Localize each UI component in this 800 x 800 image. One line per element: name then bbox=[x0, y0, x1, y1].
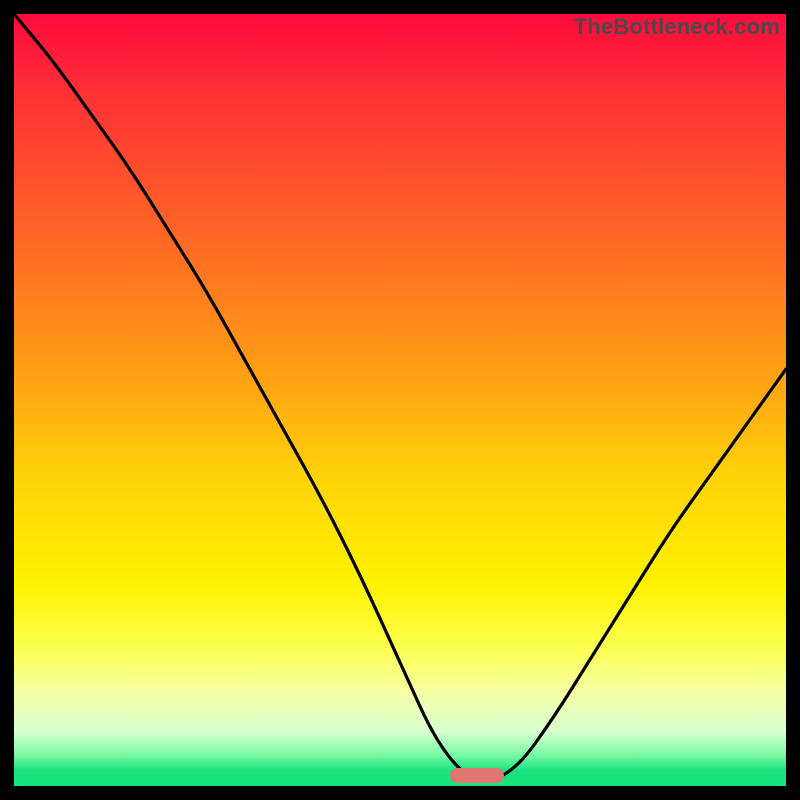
chart-frame: TheBottleneck.com bbox=[0, 0, 800, 800]
curve-path bbox=[14, 14, 786, 780]
bottleneck-curve bbox=[14, 14, 786, 786]
optimal-marker bbox=[450, 768, 504, 783]
plot-area: TheBottleneck.com bbox=[14, 14, 786, 786]
